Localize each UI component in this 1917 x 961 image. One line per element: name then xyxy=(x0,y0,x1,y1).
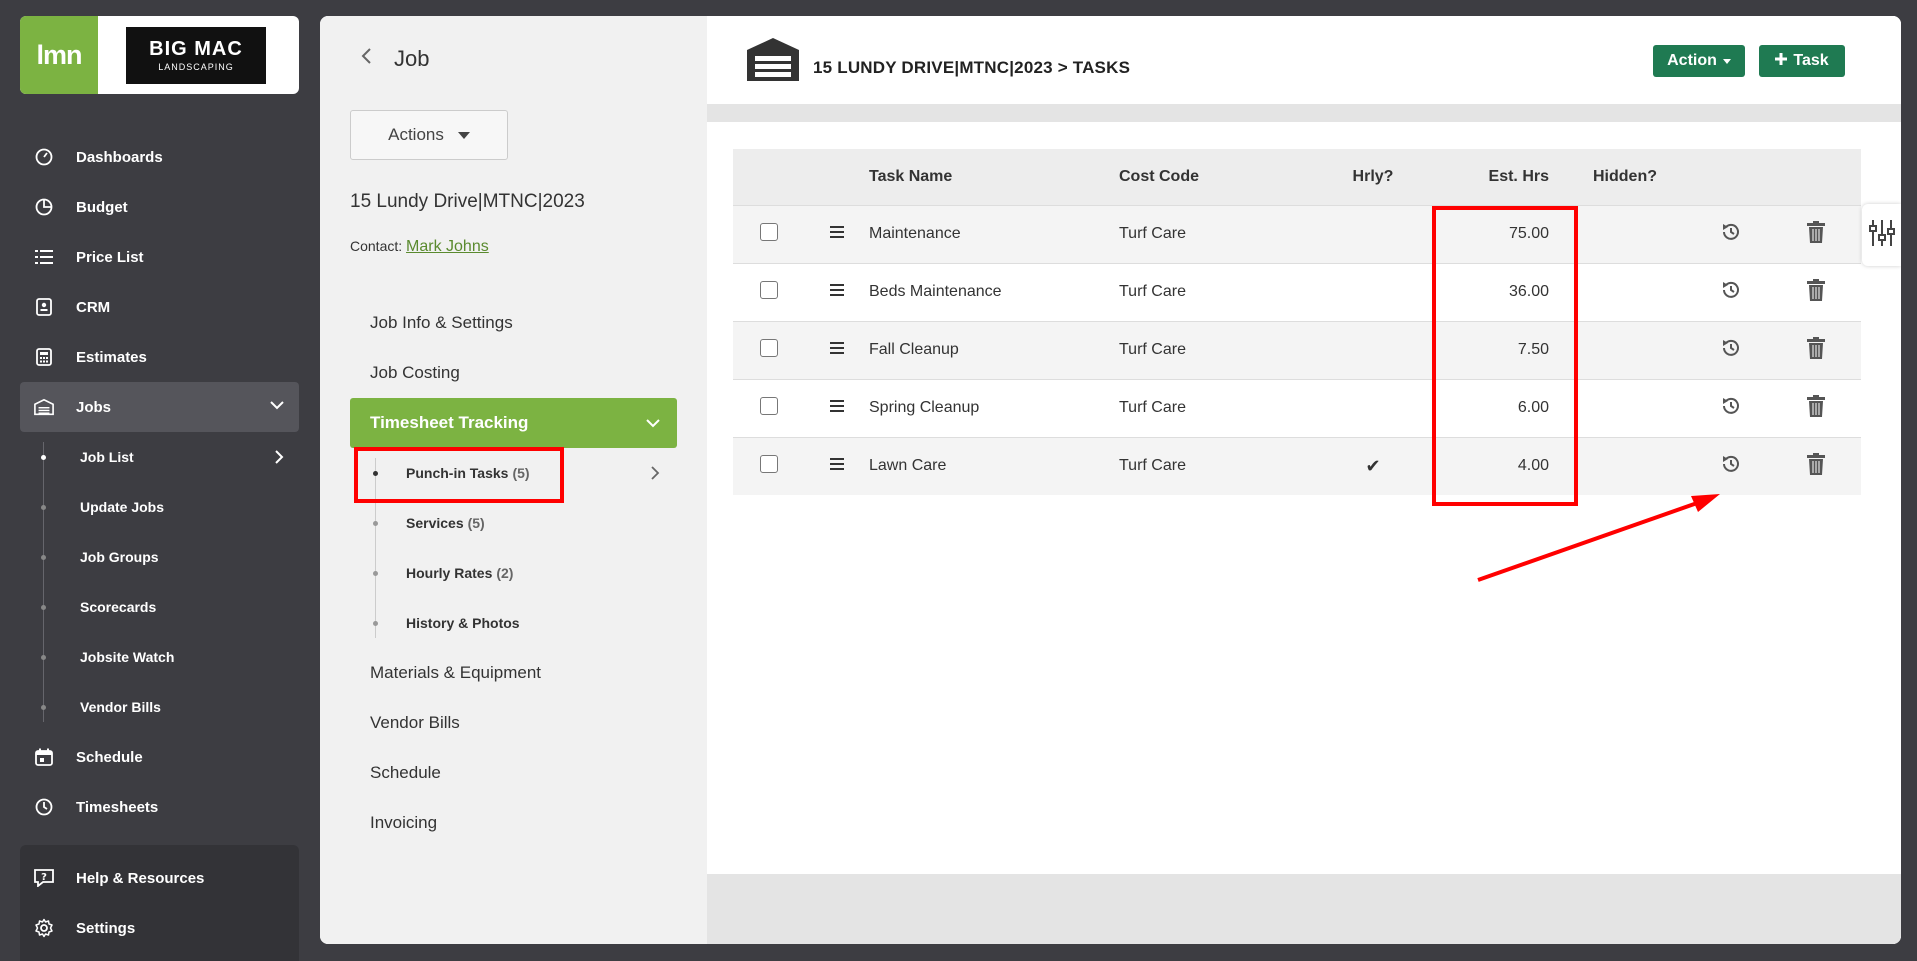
menu-invoicing[interactable]: Invoicing xyxy=(350,798,677,848)
nav-jobs[interactable]: Jobs xyxy=(20,382,299,432)
submenu-history-label: History & Photos xyxy=(406,615,520,631)
nav-price-list[interactable]: Price List xyxy=(20,232,299,282)
nav-jobs-label: Jobs xyxy=(76,398,112,416)
submenu-hourly-rates[interactable]: Hourly Rates (2) xyxy=(350,548,677,598)
submenu-history-photos[interactable]: History & Photos xyxy=(350,598,677,648)
subnav-job-groups[interactable]: Job Groups xyxy=(20,532,299,582)
column-settings-tab[interactable] xyxy=(1862,204,1901,266)
nav-price-list-label: Price List xyxy=(76,248,144,266)
subnav-vendor-bills[interactable]: Vendor Bills xyxy=(20,682,299,732)
subnav-jobsite-watch-label: Jobsite Watch xyxy=(80,649,175,665)
contact-line: Contact: Mark Johns xyxy=(350,238,489,256)
lmn-logo: lmn xyxy=(20,16,98,94)
nav-settings-label: Settings xyxy=(76,919,136,937)
menu-job-costing-label: Job Costing xyxy=(370,363,460,382)
subnav-job-list-label: Job List xyxy=(80,449,134,465)
subnav-update-jobs-label: Update Jobs xyxy=(80,499,165,515)
nav-timesheets[interactable]: Timesheets xyxy=(20,782,299,832)
sliders-icon xyxy=(1868,218,1895,253)
logo-box[interactable]: lmn BIG MAC LANDSCAPING xyxy=(20,16,299,94)
menu-job-info-label: Job Info & Settings xyxy=(370,313,513,332)
main-card: Job Actions 15 Lundy Drive|MTNC|2023 Con… xyxy=(320,16,1901,944)
job-panel-title: Job xyxy=(394,46,430,71)
submenu-services[interactable]: Services (5) xyxy=(350,498,677,548)
job-panel: Job Actions 15 Lundy Drive|MTNC|2023 Con… xyxy=(320,16,707,944)
menu-timesheet-tracking[interactable]: Timesheet Tracking xyxy=(350,398,677,448)
menu-schedule-label: Schedule xyxy=(370,763,441,782)
chevron-down-icon xyxy=(645,415,661,436)
main-nav: Dashboards Budget Price List CRM Estimat… xyxy=(20,132,299,832)
menu-timesheet-label: Timesheet Tracking xyxy=(370,413,529,432)
annotation-arrow xyxy=(1477,494,1720,582)
nav-dashboards-label: Dashboards xyxy=(76,148,163,166)
chevron-right-icon xyxy=(273,449,285,468)
subnav-update-jobs[interactable]: Update Jobs xyxy=(20,482,299,532)
menu-vendor-bills-label: Vendor Bills xyxy=(370,713,460,732)
svg-text:?: ? xyxy=(41,872,47,883)
subnav-job-list[interactable]: Job List xyxy=(20,432,299,482)
clock-icon xyxy=(34,797,54,817)
menu-invoicing-label: Invoicing xyxy=(370,813,438,832)
help-settings-box: ? Help & Resources Settings xyxy=(20,845,299,961)
nav-schedule[interactable]: Schedule xyxy=(20,732,299,782)
job-name: 15 Lundy Drive|MTNC|2023 xyxy=(350,191,585,212)
submenu-hourly-rates-count: (2) xyxy=(496,565,514,581)
subnav-scorecards[interactable]: Scorecards xyxy=(20,582,299,632)
subnav-jobsite-watch[interactable]: Jobsite Watch xyxy=(20,632,299,682)
nav-timesheets-label: Timesheets xyxy=(76,798,159,816)
back-arrow-icon[interactable] xyxy=(360,46,372,72)
company-logo-line2: LANDSCAPING xyxy=(158,62,234,72)
nav-budget[interactable]: Budget xyxy=(20,182,299,232)
subnav-vendor-bills-label: Vendor Bills xyxy=(80,699,161,715)
chevron-right-icon xyxy=(649,465,661,484)
caret-down-icon xyxy=(457,131,470,139)
subnav-job-groups-label: Job Groups xyxy=(80,549,159,565)
submenu-services-count: (5) xyxy=(467,515,485,531)
company-logo: BIG MAC LANDSCAPING xyxy=(126,27,266,84)
warehouse-icon xyxy=(34,397,54,417)
jobs-subnav: Job List Update Jobs Job Groups Scorecar… xyxy=(20,432,299,732)
gear-icon xyxy=(34,918,54,938)
help-icon: ? xyxy=(34,868,54,888)
nav-dashboards[interactable]: Dashboards xyxy=(20,132,299,182)
menu-materials-equipment[interactable]: Materials & Equipment xyxy=(350,648,677,698)
company-logo-line1: BIG MAC xyxy=(149,38,243,60)
menu-job-info-settings[interactable]: Job Info & Settings xyxy=(350,298,677,348)
actions-label: Actions xyxy=(388,125,444,144)
submenu-services-label: Services xyxy=(406,515,464,531)
menu-vendor-bills[interactable]: Vendor Bills xyxy=(350,698,677,748)
calculator-icon xyxy=(34,347,54,367)
pie-chart-icon xyxy=(34,197,54,217)
tasks-panel: 15 LUNDY DRIVE|MTNC|2023 > TASKS Action … xyxy=(707,16,1901,944)
actions-dropdown-button[interactable]: Actions xyxy=(350,110,508,160)
nav-help-label: Help & Resources xyxy=(76,869,205,887)
chevron-down-icon xyxy=(269,397,285,417)
job-panel-header: Job xyxy=(360,46,429,72)
subnav-scorecards-label: Scorecards xyxy=(80,599,157,615)
nav-crm[interactable]: CRM xyxy=(20,282,299,332)
nav-budget-label: Budget xyxy=(76,198,128,216)
contact-link[interactable]: Mark Johns xyxy=(406,238,489,255)
contact-label: Contact: xyxy=(350,238,403,254)
nav-help-resources[interactable]: ? Help & Resources xyxy=(20,853,299,903)
dashboard-icon xyxy=(34,147,54,167)
list-icon xyxy=(34,247,54,267)
calendar-icon xyxy=(34,747,54,767)
nav-schedule-label: Schedule xyxy=(76,748,143,766)
job-menu: Job Info & Settings Job Costing Timeshee… xyxy=(350,298,677,848)
nav-estimates-label: Estimates xyxy=(76,348,147,366)
menu-schedule[interactable]: Schedule xyxy=(350,748,677,798)
submenu-hourly-rates-label: Hourly Rates xyxy=(406,565,493,581)
nav-crm-label: CRM xyxy=(76,298,111,316)
nav-estimates[interactable]: Estimates xyxy=(20,332,299,382)
contact-card-icon xyxy=(34,297,54,317)
footer-band xyxy=(707,874,1901,944)
nav-settings[interactable]: Settings xyxy=(20,903,299,953)
menu-materials-label: Materials & Equipment xyxy=(370,663,542,682)
annotation-highlight-punch-in xyxy=(354,447,564,503)
menu-job-costing[interactable]: Job Costing xyxy=(350,348,677,398)
